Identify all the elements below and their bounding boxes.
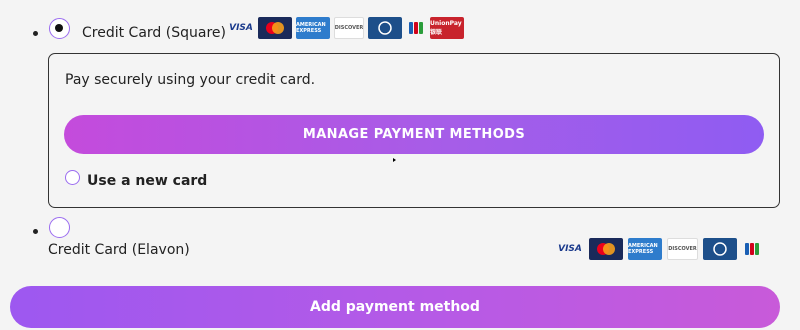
- list-bullet: [33, 229, 38, 234]
- amex-icon: AMERICAN EXPRESS: [296, 17, 330, 39]
- radio-credit-card-elavon[interactable]: [49, 217, 70, 238]
- use-new-card-label: Use a new card: [87, 173, 208, 189]
- diners-club-icon: [703, 238, 737, 260]
- amex-icon: AMERICAN EXPRESS: [628, 238, 662, 260]
- mouse-cursor-icon: [393, 158, 396, 162]
- discover-icon: DISCOVER: [667, 238, 698, 260]
- card-logos-elavon: VISA AMERICAN EXPRESS DISCOVER: [556, 238, 762, 260]
- add-payment-method-button[interactable]: Add payment method: [10, 286, 780, 328]
- jcb-icon: [742, 238, 762, 260]
- mastercard-icon: [589, 238, 623, 260]
- manage-payment-methods-button[interactable]: MANAGE PAYMENT METHODS: [64, 115, 764, 154]
- jcb-icon: [406, 17, 426, 39]
- radio-use-new-card[interactable]: [65, 170, 80, 185]
- visa-icon: VISA: [229, 23, 253, 33]
- option-label-elavon: Credit Card (Elavon): [48, 242, 190, 258]
- diners-club-icon: [368, 17, 402, 39]
- card-logos-square: VISA AMERICAN EXPRESS DISCOVER UnionPay …: [228, 17, 464, 39]
- mastercard-icon: [258, 17, 292, 39]
- visa-icon: VISA: [558, 244, 582, 254]
- list-bullet: [33, 31, 38, 36]
- discover-icon: DISCOVER: [334, 17, 364, 39]
- panel-description: Pay securely using your credit card.: [65, 72, 316, 88]
- option-label-square: Credit Card (Square): [82, 25, 226, 41]
- radio-credit-card-square[interactable]: [49, 18, 70, 39]
- unionpay-icon: UnionPay 银联: [430, 17, 464, 39]
